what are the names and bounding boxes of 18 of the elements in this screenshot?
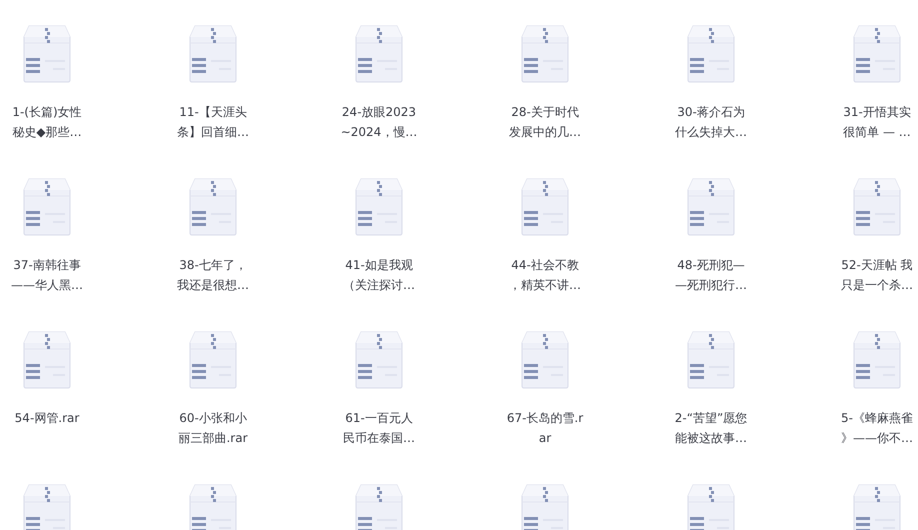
file-name[interactable]: 37-南韩往事 ——华人黑… bbox=[11, 255, 83, 295]
file-name[interactable]: 52-天涯帖 我 只是一个杀… bbox=[841, 255, 913, 295]
file-name[interactable]: 44-社会不教 ，精英不讲… bbox=[509, 255, 581, 295]
file-name[interactable]: 11-【天涯头 条】回首细… bbox=[177, 102, 249, 142]
file-name[interactable]: 24-放眼2023 ~2024，慢… bbox=[340, 102, 418, 142]
file-name[interactable]: 48-死刑犯— —死刑犯行… bbox=[675, 255, 747, 295]
file-name[interactable]: 5-《蜂麻燕雀 》——你不… bbox=[841, 408, 913, 448]
file-name[interactable]: 54-网管.rar bbox=[14, 408, 80, 428]
file-name[interactable]: 60-小张和小 丽三部曲.rar bbox=[178, 408, 248, 448]
file-name[interactable]: 67-长岛的雪.r ar bbox=[506, 408, 584, 448]
file-name[interactable]: 38-七年了， 我还是很想… bbox=[177, 255, 249, 295]
file-name[interactable]: 31-开悟其实 很简单 — … bbox=[843, 102, 911, 142]
file-name[interactable]: 1-(长篇)女性 秘史◆那些… bbox=[12, 102, 82, 142]
file-name[interactable]: 30-蒋介石为 什么失掉大… bbox=[675, 102, 747, 142]
file-name[interactable]: 2-“苦望”愿您 能被这故事… bbox=[674, 408, 748, 448]
file-name[interactable]: 41-如是我观 （关注探讨… bbox=[343, 255, 415, 295]
file-name[interactable]: 61-一百元人 民币在泰国… bbox=[343, 408, 415, 448]
file-name[interactable]: 28-关于时代 发展中的几… bbox=[509, 102, 581, 142]
